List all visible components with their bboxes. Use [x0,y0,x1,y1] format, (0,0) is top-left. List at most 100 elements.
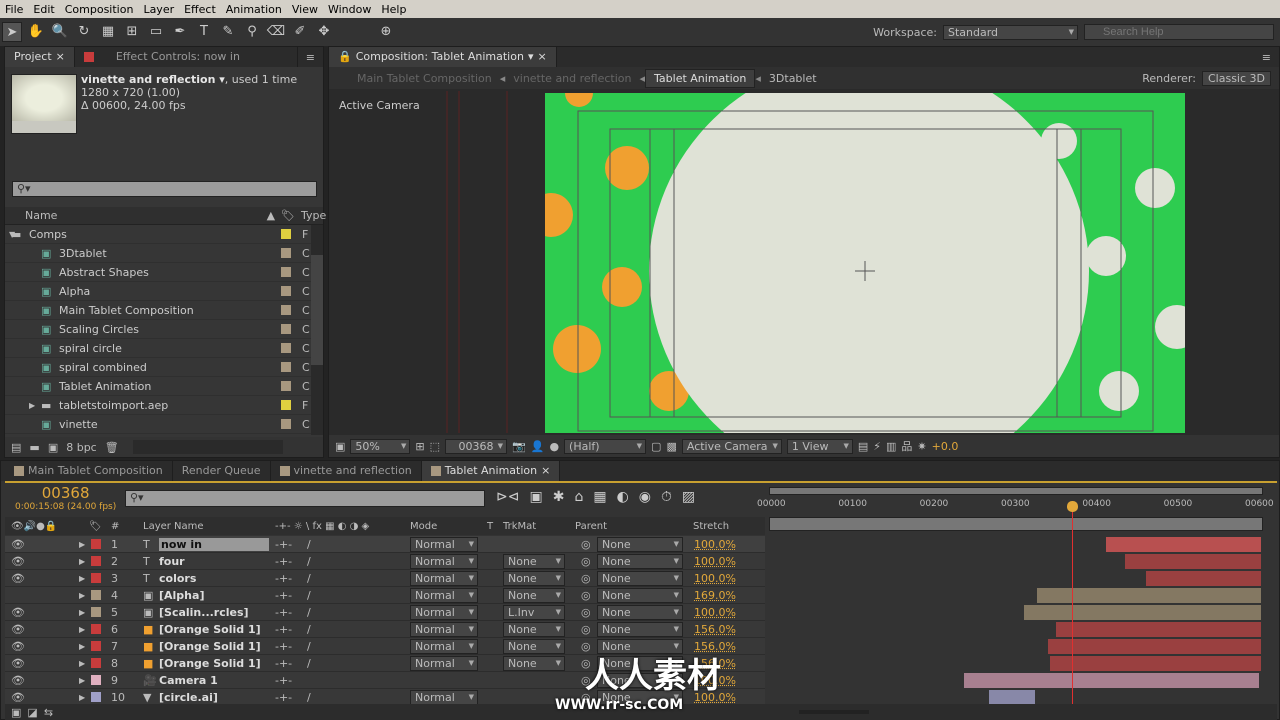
label-swatch[interactable] [91,675,101,685]
timeline-tab[interactable]: Main Tablet Composition [5,461,173,481]
label-swatch[interactable] [281,305,291,315]
view-layout-dropdown[interactable]: 1 View [786,438,853,454]
brainstorm-icon[interactable]: ◐ [617,489,629,505]
layer-duration-bar[interactable] [1056,622,1261,637]
visibility-eye-icon[interactable]: 👁 [11,606,25,619]
camera-view-dropdown[interactable]: Active Camera [681,438,782,454]
blend-mode-dropdown[interactable]: Normal [410,588,478,603]
renderer-button[interactable]: Classic 3D [1201,71,1271,86]
exposure-value[interactable]: +0.0 [932,440,959,453]
stretch-value[interactable]: 156.0% [694,623,736,636]
track-matte-dropdown[interactable]: None [503,571,565,586]
expand-arrow-icon[interactable]: ▶ [79,625,85,634]
label-swatch[interactable] [281,286,291,296]
label-swatch[interactable] [91,607,101,617]
auto-keyframe-icon[interactable]: ◉ [639,489,651,505]
project-item[interactable]: ▣ 3Dtablet C [5,244,311,263]
parent-dropdown[interactable]: None [597,622,683,637]
layer-name[interactable]: [Scalin...rcles] [159,606,249,619]
menu-edit[interactable]: Edit [28,3,59,16]
project-item[interactable]: ▣ spiral combined C [5,358,311,377]
label-swatch[interactable] [91,658,101,668]
label-swatch[interactable] [91,590,101,600]
roto-brush-icon[interactable]: ✐ [290,22,310,42]
label-swatch[interactable] [91,692,101,702]
timeline-tab[interactable]: Render Queue [173,461,271,481]
shy-switch-icon[interactable]: -+- [275,623,292,636]
stretch-value[interactable]: 100.0% [694,555,736,568]
blend-mode-dropdown[interactable]: Normal [410,690,478,704]
exposure-icon[interactable]: ✷ [917,440,926,453]
quality-switch-icon[interactable]: / [307,572,311,585]
zoom-tool-icon[interactable]: 🔍 [50,22,70,42]
project-item[interactable]: ▣ Tablet Animation C [5,377,311,396]
hide-shy-icon[interactable]: ✱ [553,489,565,505]
label-swatch[interactable] [281,400,291,410]
shy-switch-icon[interactable]: -+- [275,572,292,585]
layer-name[interactable]: four [159,555,185,568]
parent-pickwhip-icon[interactable]: ◎ [581,623,591,636]
transparency-grid-icon[interactable]: ▩ [666,440,676,453]
timeline-tab[interactable]: Tablet Animation × [421,461,561,481]
menu-layer[interactable]: Layer [138,3,179,16]
eraser-tool-icon[interactable]: ⌫ [266,22,286,42]
breadcrumb-item[interactable]: vinette and reflection [505,70,639,87]
parent-dropdown[interactable]: None [597,605,683,620]
layer-row[interactable]: 👁 ▶ 5 ▣ [Scalin...rcles] -+- / Normal L.Inv ◎ None… [5,604,765,621]
graph-editor-icon[interactable]: ⏱ [661,489,672,505]
horizontal-scrollbar[interactable] [132,440,283,454]
column-name[interactable]: Name [25,209,267,222]
shy-switch-icon[interactable]: -+- [275,555,292,568]
shy-switch-icon[interactable]: -+- [275,589,292,602]
breadcrumb-item[interactable]: 3Dtablet [761,70,825,87]
blend-mode-dropdown[interactable]: Normal [410,554,478,569]
resolution-dropdown[interactable]: (Half) [564,438,647,454]
label-swatch[interactable] [91,624,101,634]
track-matte-dropdown[interactable]: None [503,554,565,569]
comp-mini-flowchart-icon[interactable]: ⊳⊲ [496,489,519,505]
track-matte-dropdown[interactable]: L.Inv [503,605,565,620]
visibility-eye-icon[interactable]: 👁 [11,657,25,670]
close-icon[interactable]: × [537,47,546,67]
parent-dropdown[interactable]: None [597,554,683,569]
expand-arrow-icon[interactable]: ▶ [79,557,85,566]
parent-pickwhip-icon[interactable]: ◎ [581,538,591,551]
pen-tool-icon[interactable]: ✒ [170,22,190,42]
menu-help[interactable]: Help [376,3,411,16]
quality-switch-icon[interactable]: / [307,623,311,636]
shy-switch-icon[interactable]: -+- [275,674,292,687]
puppet-tool-icon[interactable]: ✥ [314,22,334,42]
layer-duration-bar[interactable] [1047,639,1261,654]
layer-duration-bar[interactable] [989,690,1035,705]
search-help-input[interactable] [1084,24,1274,40]
layer-row[interactable]: ▶ 4 ▣ [Alpha] -+- / Normal None ◎ None 169.0% [5,587,765,604]
project-item[interactable]: ▣ Alpha C [5,282,311,301]
label-swatch[interactable] [91,641,101,651]
layer-name[interactable]: [circle.ai] [159,691,218,704]
always-preview-icon[interactable]: ▣ [335,440,345,453]
show-snapshot-icon[interactable]: 👤 [531,440,545,453]
shy-switch-icon[interactable]: -+- [275,691,292,704]
blend-mode-dropdown[interactable]: Normal [410,571,478,586]
layer-name[interactable]: Camera 1 [159,674,218,687]
layer-duration-bar[interactable] [1145,571,1261,586]
workspace-dropdown[interactable]: Standard [943,24,1078,40]
layer-duration-bar[interactable] [1106,537,1261,552]
tab-effect-controls[interactable]: Effect Controls: now in [75,47,298,67]
channel-icon[interactable]: ● [549,440,559,453]
hand-tool-icon[interactable]: ✋ [26,22,46,42]
track-matte-dropdown[interactable]: None [503,622,565,637]
column-layer-name[interactable]: Layer Name [143,521,204,532]
work-area-bar[interactable] [769,517,1263,531]
stretch-value[interactable]: 100.0% [694,606,736,619]
label-swatch[interactable] [281,381,291,391]
visibility-eye-icon[interactable]: 👁 [11,555,25,568]
blend-mode-dropdown[interactable]: Normal [410,537,478,552]
timeline-icon[interactable]: ▥ [886,440,896,453]
layer-name[interactable]: [Orange Solid 1] [159,657,261,670]
label-swatch[interactable] [91,539,101,549]
mask-visibility-icon[interactable]: ⬚ [430,440,440,453]
expand-arrow-icon[interactable]: ▶ [79,574,85,583]
safe-zones-icon[interactable]: ⊞ [415,440,424,453]
layer-name[interactable]: [Orange Solid 1] [159,640,261,653]
